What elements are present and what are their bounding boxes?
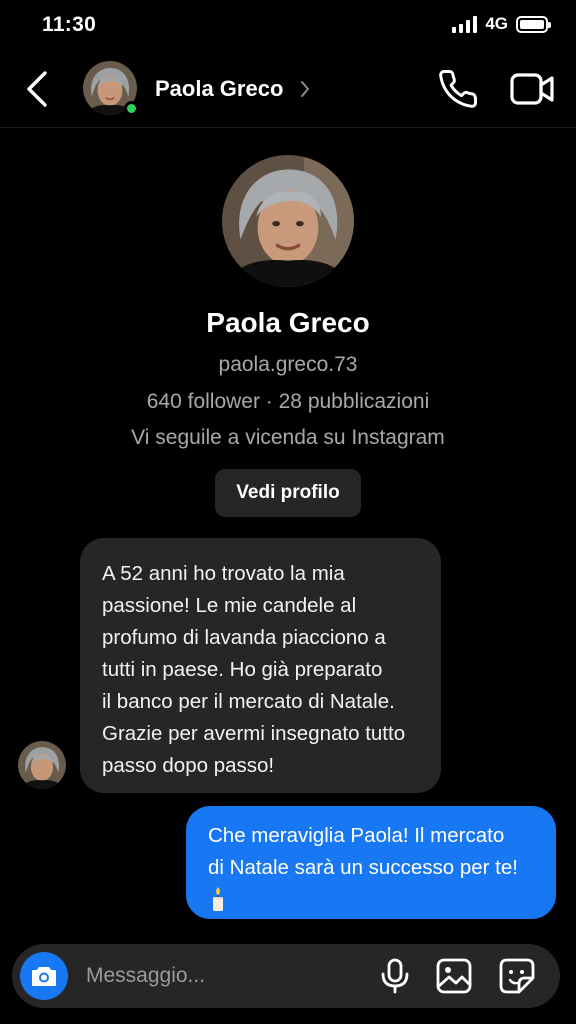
online-status-dot [124,101,139,116]
profile-stats: 640 follower · 28 pubblicazioni [146,390,430,413]
status-time: 11:30 [42,13,97,36]
camera-button[interactable] [20,952,68,1000]
sticker-button[interactable] [499,958,535,994]
gallery-icon [436,958,472,994]
contact-name[interactable]: Paola Greco [155,76,283,102]
message-line: Grazie per avermi insegnato tutto [102,722,406,745]
candle-emoji [213,887,223,911]
header-avatar[interactable] [83,61,139,116]
video-camera-icon [510,73,554,105]
gallery-button[interactable] [436,958,472,994]
message-line: A 52 anni ho trovato la mia [102,562,345,585]
mutual-follow-note: Vi seguile a vicenda su Instagram [131,426,445,449]
message-line: profumo di lavanda piacciono a [102,626,386,649]
profile-card: Paola Greco paola.greco.73 640 follower … [0,128,576,517]
outgoing-message-bubble[interactable]: Che meraviglia Paola! Il mercato di Nata… [186,806,556,919]
message-line: il banco per il mercato di Natale. [102,690,395,713]
microphone-icon [381,958,409,994]
status-bar: 11:30 4G [0,0,576,52]
sender-avatar[interactable] [18,741,66,789]
chevron-right-icon[interactable] [298,77,312,101]
back-button[interactable] [20,69,54,109]
chat-header: Paola Greco [0,52,576,128]
message-input[interactable] [86,958,356,994]
profile-name: Paola Greco [206,307,370,338]
incoming-message-bubble[interactable]: A 52 anni ho trovato la mia passione! Le… [80,538,441,793]
video-call-button[interactable] [509,69,555,109]
message-line: tutti in paese. Ho già preparato [102,658,383,681]
message-line: passione! Le mie candele al [102,594,357,617]
profile-avatar[interactable] [222,155,354,287]
phone-icon [439,70,477,108]
message-emoji-line [208,884,534,916]
voice-call-button[interactable] [437,68,479,110]
message-line: di Natale sarà un successo per te! [208,856,518,879]
network-type: 4G [485,14,508,33]
view-profile-button[interactable]: Vedi profilo [215,469,361,517]
status-indicators: 4G [452,14,551,34]
profile-username: paola.greco.73 [218,353,358,376]
message-line: Che meraviglia Paola! Il mercato [208,824,505,847]
camera-icon [32,967,56,986]
battery-icon [516,15,551,33]
message-composer [12,944,560,1008]
message-line: passo dopo passo! [102,754,275,777]
sticker-icon [499,958,535,994]
signal-icon [452,15,478,33]
voice-message-button[interactable] [379,958,411,994]
back-arrow-icon [27,71,47,107]
